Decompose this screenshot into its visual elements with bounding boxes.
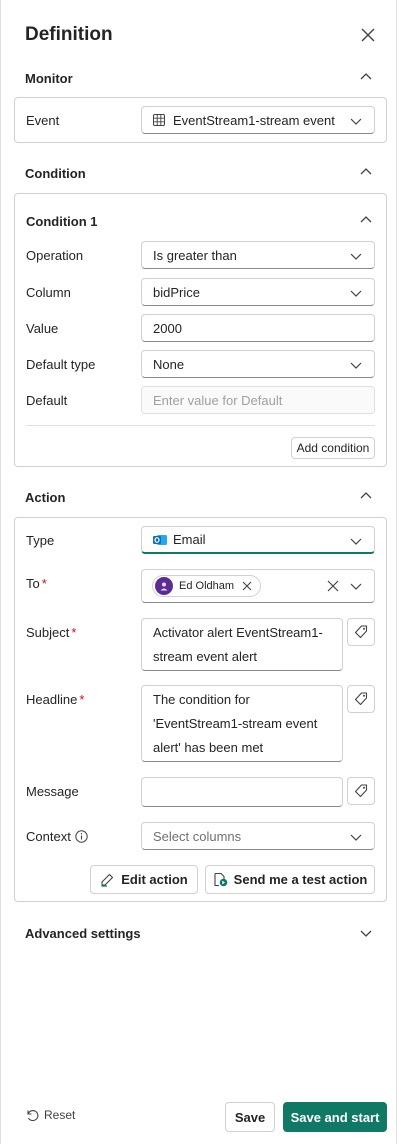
default-type-label: Default type	[26, 357, 96, 372]
message-label: Message	[26, 784, 79, 799]
action-heading: Action	[25, 490, 66, 505]
default-input-placeholder: Enter value for Default	[153, 392, 283, 408]
chevron-down-icon	[350, 115, 362, 127]
headline-line-3: alert' has been met	[153, 740, 264, 755]
type-label: Type	[26, 533, 55, 548]
default-type-select-value: None	[153, 356, 185, 372]
definition-panel: Definition Monitor Event EventStream1-st…	[0, 0, 397, 1144]
send-test-label: Send me a test action	[233, 872, 368, 887]
advanced-expand-chevron-down-icon[interactable]	[359, 926, 373, 940]
to-label-text: To	[26, 576, 40, 591]
context-select[interactable]: Select columns	[141, 822, 375, 850]
send-test-action-button[interactable]: Send me a test action	[205, 865, 375, 894]
context-select-placeholder: Select columns	[153, 828, 242, 844]
subject-textarea[interactable]: Activator alert EventStream1- stream eve…	[141, 618, 343, 671]
add-condition-button[interactable]: Add condition	[291, 437, 375, 459]
condition-1-collapse-chevron-up-icon[interactable]	[359, 213, 373, 227]
subject-label-text: Subject	[26, 625, 70, 640]
tag-icon	[354, 692, 368, 706]
context-label-text: Context	[26, 829, 71, 844]
headline-textarea[interactable]: The condition for 'EventStream1-stream e…	[141, 685, 343, 762]
action-collapse-chevron-up-icon[interactable]	[359, 489, 373, 503]
subject-line-2: stream event alert	[153, 649, 258, 664]
save-button[interactable]: Save	[225, 1102, 275, 1132]
column-select[interactable]: bidPrice	[141, 278, 375, 306]
operation-label: Operation	[26, 248, 84, 263]
required-mark: *	[71, 625, 77, 640]
monitor-collapse-chevron-up-icon[interactable]	[359, 70, 373, 84]
table-icon	[153, 114, 165, 126]
event-select[interactable]: EventStream1-stream event	[141, 106, 375, 134]
headline-label: Headline *	[26, 692, 84, 707]
clear-recipients-close-icon[interactable]	[327, 580, 339, 592]
condition-collapse-chevron-up-icon[interactable]	[359, 165, 373, 179]
avatar	[155, 577, 173, 595]
operation-select-value: Is greater than	[153, 247, 237, 263]
reset-label: Reset	[44, 1108, 76, 1122]
default-type-select[interactable]: None	[141, 350, 375, 378]
send-test-icon	[213, 872, 228, 887]
message-textarea[interactable]	[141, 777, 343, 807]
info-icon[interactable]	[75, 830, 88, 843]
chevron-down-icon	[350, 359, 362, 371]
default-label: Default	[26, 393, 68, 408]
required-mark: *	[79, 692, 85, 707]
event-select-value: EventStream1-stream event	[173, 112, 335, 128]
chevron-down-icon	[350, 831, 362, 843]
type-select-value: Email	[173, 532, 206, 547]
message-tag-button[interactable]	[347, 777, 375, 805]
context-label: Context	[26, 829, 88, 844]
type-select[interactable]: Email	[141, 526, 375, 554]
recipient-chip: Ed Oldham	[152, 575, 262, 597]
remove-recipient-close-icon[interactable]	[242, 581, 252, 591]
chevron-down-icon	[350, 535, 362, 547]
chevron-down-icon	[350, 287, 362, 299]
outlook-icon	[153, 533, 167, 547]
headline-line-1: The condition for	[153, 692, 250, 707]
column-label: Column	[26, 285, 71, 300]
headline-label-text: Headline	[26, 692, 78, 707]
chevron-down-icon[interactable]	[350, 580, 362, 592]
condition-heading: Condition	[25, 166, 86, 181]
monitor-heading: Monitor	[25, 71, 73, 86]
event-label: Event	[26, 113, 60, 128]
default-input: Enter value for Default	[141, 386, 375, 414]
save-and-start-button[interactable]: Save and start	[283, 1102, 387, 1132]
operation-select[interactable]: Is greater than	[141, 241, 375, 269]
column-select-value: bidPrice	[153, 284, 200, 300]
recipient-name: Ed Oldham	[179, 580, 235, 592]
required-mark: *	[41, 576, 47, 591]
close-icon[interactable]	[359, 26, 377, 44]
subject-label: Subject *	[26, 625, 76, 640]
tag-icon	[354, 625, 368, 639]
advanced-settings-heading[interactable]: Advanced settings	[25, 926, 141, 941]
to-label: To *	[26, 576, 47, 591]
tag-icon	[354, 784, 368, 798]
value-input[interactable]: 2000	[141, 314, 375, 342]
headline-line-2: 'EventStream1-stream event	[153, 716, 318, 731]
edit-pencil-icon	[100, 872, 115, 887]
panel-title: Definition	[25, 24, 113, 45]
chevron-down-icon	[350, 250, 362, 262]
condition-1-heading: Condition 1	[26, 214, 98, 229]
headline-tag-button[interactable]	[347, 685, 375, 713]
to-recipients-picker[interactable]: Ed Oldham	[141, 569, 375, 603]
edit-action-button[interactable]: Edit action	[90, 865, 198, 894]
value-input-text: 2000	[153, 320, 182, 336]
value-label: Value	[26, 321, 59, 336]
subject-line-1: Activator alert EventStream1-	[153, 625, 323, 640]
condition-divider	[26, 425, 375, 426]
subject-tag-button[interactable]	[347, 618, 375, 646]
reset-link[interactable]: Reset	[25, 1108, 75, 1122]
undo-icon	[25, 1108, 39, 1122]
edit-action-label: Edit action	[121, 872, 188, 887]
